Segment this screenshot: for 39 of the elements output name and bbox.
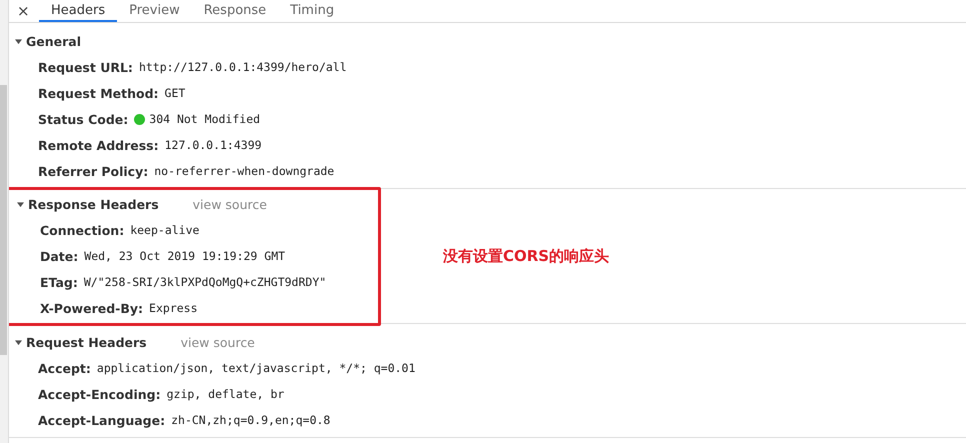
header-value: application/json, text/javascript, */*; q=0.01 bbox=[96, 361, 416, 375]
section-header[interactable]: Response Headers bbox=[11, 193, 159, 215]
annotation-text: 没有设置CORS的响应头 bbox=[443, 246, 610, 266]
triangle-icon bbox=[15, 38, 22, 44]
header-value: zh-CN,zh;q=0.9,en;q=0.8 bbox=[171, 413, 330, 427]
header-name: Accept-Language: bbox=[38, 412, 166, 428]
scrollbar[interactable] bbox=[0, 0, 9, 443]
view-source-link[interactable]: view source bbox=[192, 196, 267, 212]
tab[interactable]: Response bbox=[192, 0, 278, 22]
header-value: http://127.0.0.1:4399/hero/all bbox=[138, 60, 347, 74]
view-source-link[interactable]: view source bbox=[180, 334, 255, 350]
header-value: Express bbox=[149, 301, 198, 315]
header-value: no-referrer-when-downgrade bbox=[154, 164, 334, 178]
header-value: gzip, deflate, br bbox=[166, 387, 284, 401]
tab[interactable]: Headers bbox=[39, 0, 118, 22]
header-name: Accept-Encoding: bbox=[38, 386, 161, 402]
header-name: Request Method: bbox=[38, 86, 159, 100]
header-name: Request URL: bbox=[38, 60, 133, 74]
header-value: 304 Not Modified bbox=[149, 112, 260, 126]
header-value: GET bbox=[164, 86, 186, 100]
header-name: Status Code: bbox=[38, 112, 128, 126]
header-name: X-Powered-By: bbox=[40, 300, 144, 316]
header-value: keep-alive bbox=[130, 223, 200, 237]
header-name: Remote Address: bbox=[38, 138, 159, 152]
tab[interactable]: Timing bbox=[278, 0, 346, 22]
section-header[interactable]: General bbox=[9, 30, 81, 52]
section-header[interactable]: Request Headers bbox=[9, 331, 147, 353]
header-name: Accept: bbox=[38, 360, 91, 376]
header-value: 127.0.0.1:4399 bbox=[164, 138, 262, 152]
header-name: Date: bbox=[40, 248, 78, 264]
header-name: Connection: bbox=[40, 222, 124, 238]
triangle-icon bbox=[15, 338, 22, 346]
header-value: Wed, 23 Oct 2019 19:19:29 GMT bbox=[84, 249, 286, 263]
triangle-icon bbox=[17, 200, 24, 208]
header-value: W/"258-SRI/3klPXPdQoMgQ+cZHGT9dRDY" bbox=[84, 275, 326, 289]
header-name: Referrer Policy: bbox=[38, 164, 148, 178]
close-button[interactable]: × bbox=[9, 0, 39, 22]
header-name: ETag: bbox=[40, 274, 78, 290]
tab[interactable]: Preview bbox=[117, 0, 192, 22]
